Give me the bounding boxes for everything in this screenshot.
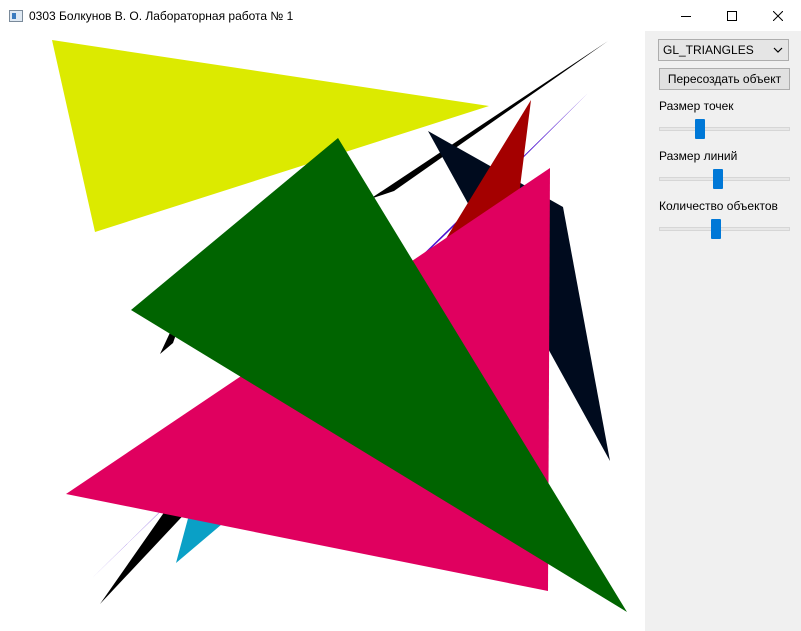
minimize-button[interactable]	[663, 0, 709, 31]
maximize-icon	[727, 10, 737, 21]
object-count-label: Количество объектов	[659, 199, 778, 213]
minimize-icon	[681, 15, 691, 17]
close-icon	[773, 10, 783, 21]
object-count-slider-thumb[interactable]	[711, 219, 722, 239]
primitive-select[interactable]: GL_TRIANGLES	[658, 39, 789, 61]
object-count-slider-track[interactable]	[659, 227, 790, 231]
window-controls	[663, 0, 801, 31]
chevron-down-icon	[773, 47, 783, 53]
line-size-label: Размер линий	[659, 149, 738, 163]
maximize-button[interactable]	[709, 0, 755, 31]
title-bar: 0303 Болкунов В. О. Лабораторная работа …	[0, 0, 801, 31]
point-size-slider-track[interactable]	[659, 127, 790, 131]
point-size-slider-thumb[interactable]	[695, 119, 706, 139]
line-size-slider-track[interactable]	[659, 177, 790, 181]
scene-canvas	[52, 40, 627, 612]
line-size-slider-thumb[interactable]	[713, 169, 724, 189]
primitive-select-value: GL_TRIANGLES	[663, 43, 754, 57]
opengl-viewport[interactable]	[0, 31, 645, 631]
app-icon	[9, 9, 23, 22]
point-size-label: Размер точек	[659, 99, 734, 113]
recreate-object-button[interactable]: Пересоздать объект	[659, 68, 790, 90]
side-panel: GL_TRIANGLES Пересоздать объект Размер т…	[645, 31, 801, 631]
close-button[interactable]	[755, 0, 801, 31]
window-title: 0303 Болкунов В. О. Лабораторная работа …	[29, 8, 294, 23]
